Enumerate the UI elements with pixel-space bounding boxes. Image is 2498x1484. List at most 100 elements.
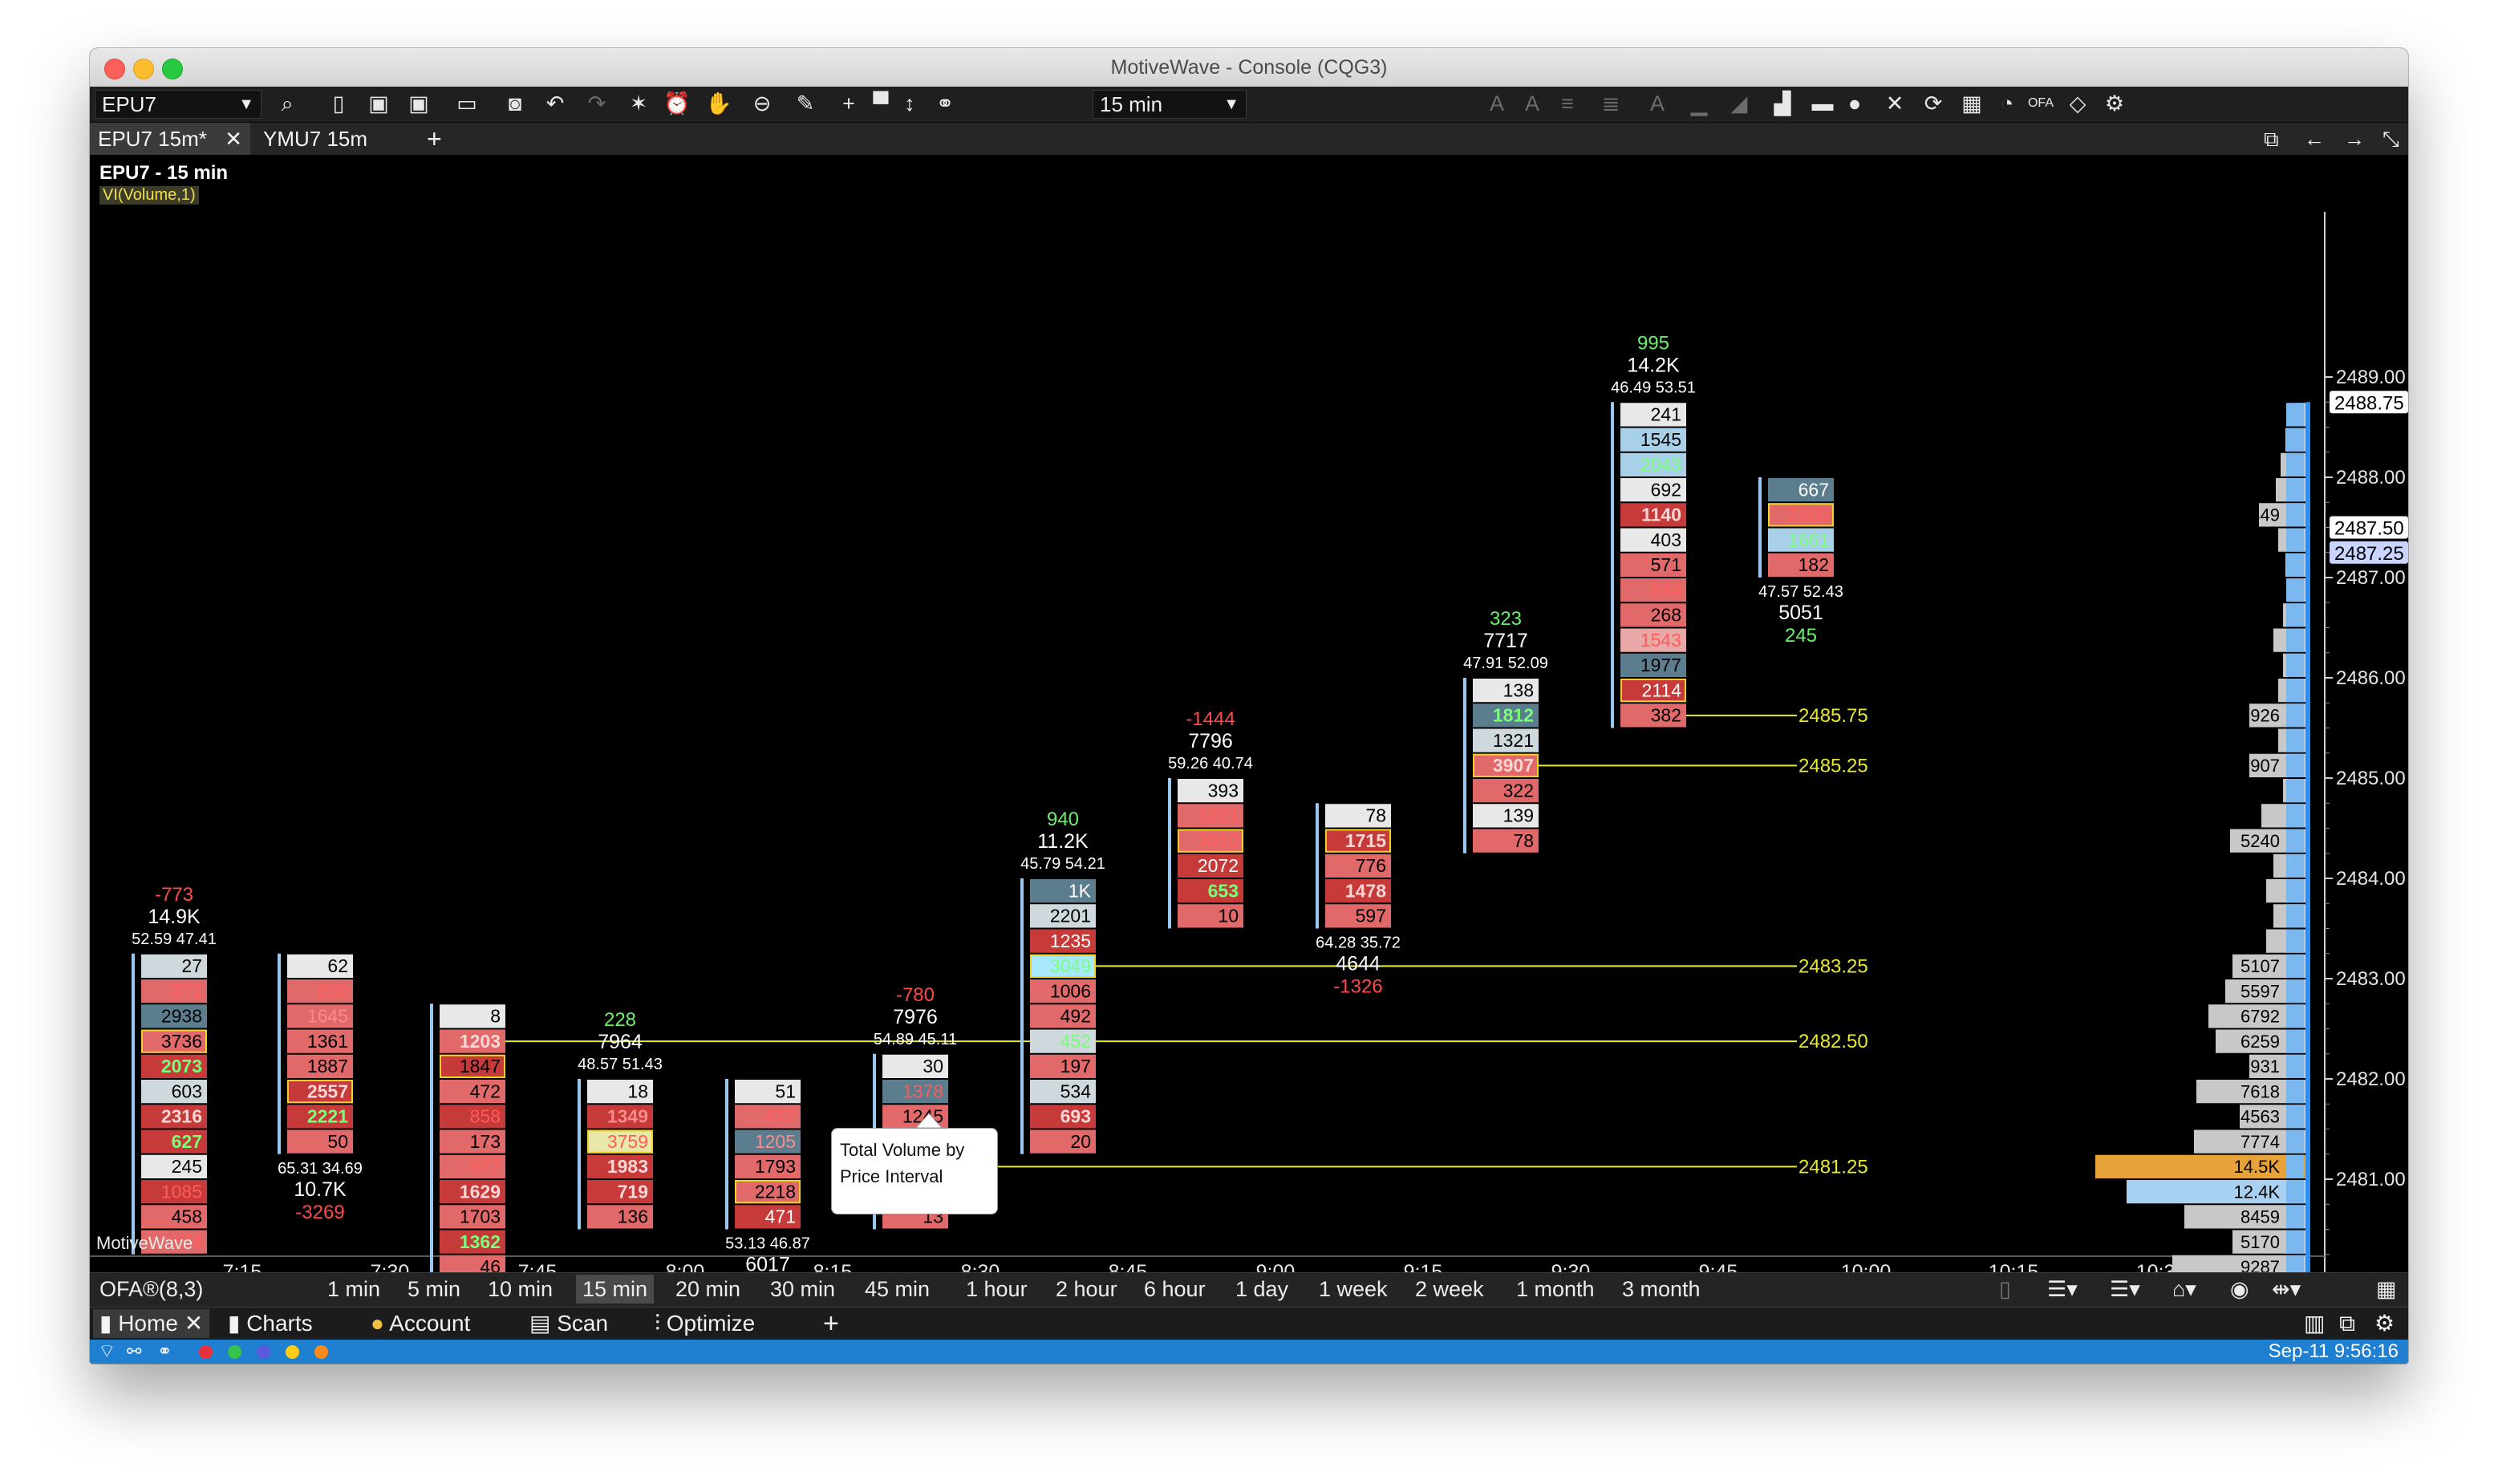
- time-tick-label: 8:45: [1109, 1261, 1148, 1272]
- arrow-right-icon[interactable]: →: [2336, 123, 2368, 155]
- bar-marker-icon[interactable]: ▀: [865, 90, 897, 117]
- bar-chart-icon: ▮: [99, 1311, 112, 1336]
- new-document-icon[interactable]: ▯: [322, 90, 355, 117]
- text-color-icon[interactable]: A: [1641, 90, 1673, 117]
- align-text-icon[interactable]: ☰▾: [2103, 1275, 2147, 1304]
- theme-icon[interactable]: ●: [1839, 90, 1871, 117]
- gear-icon[interactable]: ⚙: [2099, 90, 2131, 117]
- bar-delta: 995: [1637, 332, 1669, 354]
- symbol-input[interactable]: EPU7 ▼: [95, 90, 262, 119]
- bar-volume: 4644: [1336, 953, 1381, 975]
- history-icon[interactable]: ◔: [1991, 90, 2023, 117]
- bar-size-select[interactable]: 15 min ▼: [1093, 90, 1247, 119]
- draw-tool-icon[interactable]: ✎: [789, 90, 821, 117]
- hand-pan-icon[interactable]: ✋: [703, 90, 735, 117]
- footprint-cell-value: 1221: [1198, 805, 1239, 826]
- font-decrease-icon[interactable]: A: [1516, 90, 1548, 117]
- footprint-cell-value: 477: [765, 1106, 796, 1127]
- timeframe-1-min[interactable]: 1 min: [321, 1275, 387, 1304]
- clipboard-icon[interactable]: ▯: [1993, 1275, 2017, 1304]
- nav-account[interactable]: ● Account: [371, 1309, 470, 1338]
- bar-percentages: 48.57 51.43: [578, 1056, 663, 1073]
- eye-icon[interactable]: ◉: [2224, 1275, 2256, 1304]
- line-width-icon[interactable]: ≣: [1595, 90, 1627, 117]
- arrow-left-icon[interactable]: ←: [2296, 123, 2328, 155]
- layout-icon[interactable]: ▥: [2304, 1309, 2325, 1338]
- scale-icon[interactable]: ↕: [894, 90, 926, 117]
- detach-icon[interactable]: ⧉: [2256, 123, 2288, 155]
- timeframe-2-hour[interactable]: 2 hour: [1049, 1275, 1124, 1304]
- alarm-clock-icon[interactable]: ⏰: [661, 90, 693, 117]
- price-tick-label: 2489.00: [2336, 367, 2406, 388]
- footprint-cell-value: 571: [1651, 554, 1681, 575]
- footprint-cell-value: 534: [1060, 1081, 1092, 1101]
- trade-panel-icon[interactable]: ▟: [1766, 90, 1798, 117]
- refresh-icon[interactable]: ⟳: [1917, 90, 1949, 117]
- copy-icon[interactable]: ⧉: [2339, 1309, 2355, 1338]
- add-tab-icon[interactable]: +: [419, 123, 459, 155]
- timeframe-6-hour[interactable]: 6 hour: [1137, 1275, 1212, 1304]
- timeframe-1-day[interactable]: 1 day: [1229, 1275, 1295, 1304]
- candle-wick: [578, 1079, 581, 1230]
- open-folder-icon[interactable]: ▭: [451, 90, 483, 117]
- volume-profile-side: [2286, 879, 2304, 903]
- indicator-label[interactable]: VI(Volume,1): [99, 186, 199, 205]
- nav-scan[interactable]: ▤ Scan: [529, 1309, 608, 1338]
- indicator-settings[interactable]: OFA®(8,3): [93, 1275, 209, 1304]
- line-style-icon[interactable]: ≡: [1551, 90, 1584, 117]
- align-left-icon[interactable]: ☰▾: [2041, 1275, 2084, 1304]
- volume-profile-label: 6792: [2240, 1007, 2280, 1027]
- tag-icon[interactable]: ◇: [2062, 90, 2094, 117]
- footprint-cell-value: 1812: [1493, 705, 1534, 726]
- range-icon[interactable]: ⇹▾: [2265, 1275, 2307, 1304]
- close-tab-icon[interactable]: ✕: [225, 123, 242, 155]
- footprint-chart[interactable]: 2489.00 2488.00 2487.00 2486.00 2485.00 2484.…: [90, 156, 2408, 1272]
- magic-wand-icon[interactable]: ✶: [622, 90, 655, 117]
- timeframe-10-min[interactable]: 10 min: [481, 1275, 559, 1304]
- nav-charts[interactable]: ▮ Charts: [228, 1309, 313, 1338]
- timeframe-3-month[interactable]: 3 month: [1616, 1275, 1707, 1304]
- redo-icon[interactable]: ↷: [581, 90, 613, 117]
- font-increase-icon[interactable]: A: [1481, 90, 1513, 117]
- zoom-out-icon[interactable]: ⊖: [746, 90, 778, 117]
- timeframe-45-min[interactable]: 45 min: [858, 1275, 936, 1304]
- line-color-icon[interactable]: ▁: [1683, 90, 1715, 117]
- chevron-down-icon: ▼: [238, 95, 254, 113]
- volume-profile-side: [2286, 1154, 2304, 1178]
- footprint-cell-value: 2072: [1198, 855, 1239, 876]
- nav-optimize[interactable]: ⫶ Optimize: [655, 1309, 755, 1338]
- timeframe-1-week[interactable]: 1 week: [1312, 1275, 1394, 1304]
- undo-icon[interactable]: ↶: [539, 90, 571, 117]
- tab-ymu7-15m[interactable]: YMU7 15m: [255, 123, 416, 155]
- collapse-icon[interactable]: ⤡: [2374, 123, 2407, 155]
- ofa-icon[interactable]: OFA: [2025, 90, 2057, 117]
- timeframe-1-month[interactable]: 1 month: [1510, 1275, 1601, 1304]
- link-icon[interactable]: ⚭: [929, 90, 961, 117]
- grid-icon[interactable]: ▦: [1956, 90, 1988, 117]
- timeframe-5-min[interactable]: 5 min: [401, 1275, 467, 1304]
- search-icon[interactable]: ⌕: [271, 90, 303, 117]
- tools-icon[interactable]: ✕: [1879, 90, 1911, 117]
- gear-icon[interactable]: ⚙: [2374, 1309, 2395, 1338]
- timeframe-2-week[interactable]: 2 week: [1409, 1275, 1490, 1304]
- calendar-icon[interactable]: ▦: [2370, 1275, 2403, 1304]
- chart-window-icon[interactable]: ▬: [1807, 90, 1839, 117]
- tab-epu7-15m[interactable]: EPU7 15m* ✕: [90, 123, 250, 155]
- volume-profile-side: [2286, 1004, 2304, 1028]
- camera-icon[interactable]: ◙: [499, 90, 531, 117]
- footprint-cell-value: 138: [1503, 679, 1534, 700]
- timeframe-1-hour[interactable]: 1 hour: [959, 1275, 1034, 1304]
- nav-home[interactable]: ▮ Home ✕: [93, 1309, 210, 1338]
- save-all-icon[interactable]: ▣: [403, 90, 435, 117]
- footprint-cell-value: 844: [1651, 579, 1682, 600]
- close-icon[interactable]: ✕: [185, 1311, 203, 1336]
- timeframe-30-min[interactable]: 30 min: [764, 1275, 841, 1304]
- crosshair-icon[interactable]: +: [833, 90, 865, 117]
- fill-color-icon[interactable]: ◢: [1723, 90, 1755, 117]
- timeframe-20-min[interactable]: 20 min: [669, 1275, 747, 1304]
- home-scale-icon[interactable]: ⌂▾: [2166, 1275, 2203, 1304]
- footprint-cell-value: 1321: [1493, 730, 1534, 751]
- timeframe-15-min[interactable]: 15 min: [576, 1275, 655, 1304]
- add-page-icon[interactable]: +: [823, 1309, 839, 1338]
- save-icon[interactable]: ▣: [363, 90, 395, 117]
